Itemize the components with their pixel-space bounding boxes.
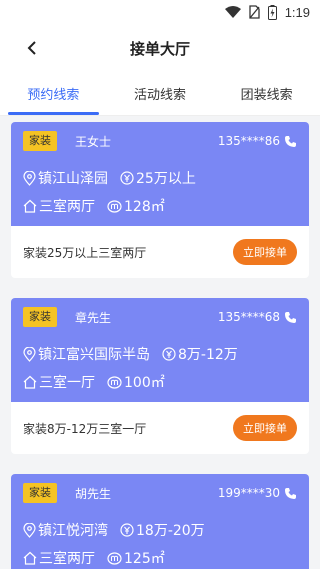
home-icon — [23, 551, 37, 565]
home-icon — [23, 199, 37, 213]
house-area: 128㎡ — [124, 199, 165, 215]
project-budget: 18万-20万 — [136, 523, 205, 539]
house-area: 125㎡ — [124, 551, 165, 567]
phone-icon — [285, 487, 296, 499]
house-area: 100㎡ — [124, 375, 165, 391]
phone-number: 135****86 — [217, 134, 280, 148]
customer-name: 胡先生 — [75, 486, 112, 501]
back-button[interactable] — [20, 36, 44, 60]
category-tag: 家装 — [23, 483, 57, 503]
phone-contact[interactable]: 199****30 — [218, 486, 297, 500]
lead-summary: 家装25万以上三室两厅 — [23, 245, 147, 260]
tab-label: 预约线索 — [27, 88, 80, 103]
status-bar: 1:19 — [0, 0, 320, 24]
lead-list[interactable]: 家装 王女士 135****86 镇江山泽园 25万以上 三室两厅 128㎡ 家… — [0, 116, 320, 569]
lead-card-footer: 家装8万-12万三室一厅 立即接单 — [11, 402, 309, 454]
phone-contact[interactable]: 135****68 — [218, 310, 297, 324]
tab-active-indicator — [8, 112, 99, 115]
chevron-left-icon — [27, 41, 36, 55]
lead-card-header: 家装 胡先生 199****30 镇江悦河湾 18万-20万 三室两厅 125㎡ — [11, 474, 309, 569]
tab-reservation-leads[interactable]: 预约线索 — [0, 72, 107, 115]
lead-card[interactable]: 家装 胡先生 199****30 镇江悦河湾 18万-20万 三室两厅 125㎡ — [11, 474, 309, 569]
location-icon — [23, 346, 36, 362]
tab-label: 团装线索 — [240, 88, 293, 103]
no-sim-icon — [249, 5, 260, 19]
location-icon — [23, 170, 36, 186]
category-tag: 家装 — [23, 131, 57, 151]
lead-card-header: 家装 章先生 135****68 镇江富兴国际半岛 8万-12万 三室一厅 10… — [11, 298, 309, 402]
wifi-icon — [224, 6, 241, 18]
accept-order-button[interactable]: 立即接单 — [233, 239, 297, 265]
lead-card-header: 家装 王女士 135****86 镇江山泽园 25万以上 三室两厅 128㎡ — [11, 122, 309, 226]
budget-icon — [162, 347, 176, 361]
home-icon — [23, 375, 37, 389]
budget-icon — [120, 523, 134, 537]
area-icon — [107, 375, 122, 389]
lead-card[interactable]: 家装 章先生 135****68 镇江富兴国际半岛 8万-12万 三室一厅 10… — [11, 298, 309, 454]
project-budget: 8万-12万 — [178, 347, 238, 363]
tab-group-leads[interactable]: 团装线索 — [213, 72, 320, 115]
lead-card[interactable]: 家装 王女士 135****86 镇江山泽园 25万以上 三室两厅 128㎡ 家… — [11, 122, 309, 278]
room-layout: 三室两厅 — [39, 199, 95, 215]
phone-number: 135****68 — [217, 310, 280, 324]
tab-bar: 预约线索 活动线索 团装线索 — [0, 72, 320, 116]
category-tag: 家装 — [23, 307, 57, 327]
project-location: 镇江山泽园 — [38, 171, 108, 187]
project-location: 镇江富兴国际半岛 — [38, 347, 150, 363]
area-icon — [107, 551, 122, 565]
room-layout: 三室一厅 — [39, 375, 95, 391]
project-budget: 25万以上 — [136, 171, 196, 187]
customer-name: 王女士 — [75, 134, 112, 149]
room-layout: 三室两厅 — [39, 551, 95, 567]
phone-number: 199****30 — [217, 486, 280, 500]
status-time: 1:19 — [284, 4, 310, 20]
budget-icon — [120, 171, 134, 185]
project-location: 镇江悦河湾 — [38, 523, 108, 539]
header: 接单大厅 — [0, 24, 320, 72]
page-title: 接单大厅 — [129, 39, 190, 58]
phone-icon — [285, 135, 296, 147]
tab-label: 活动线索 — [134, 88, 187, 103]
battery-charging-icon — [267, 4, 277, 20]
location-icon — [23, 522, 36, 538]
phone-contact[interactable]: 135****86 — [218, 134, 297, 148]
customer-name: 章先生 — [75, 310, 112, 325]
lead-summary: 家装8万-12万三室一厅 — [23, 421, 147, 436]
tab-activity-leads[interactable]: 活动线索 — [107, 72, 214, 115]
phone-icon — [285, 311, 296, 323]
lead-card-footer: 家装25万以上三室两厅 立即接单 — [11, 226, 309, 278]
area-icon — [107, 199, 122, 213]
accept-order-button[interactable]: 立即接单 — [233, 415, 297, 441]
